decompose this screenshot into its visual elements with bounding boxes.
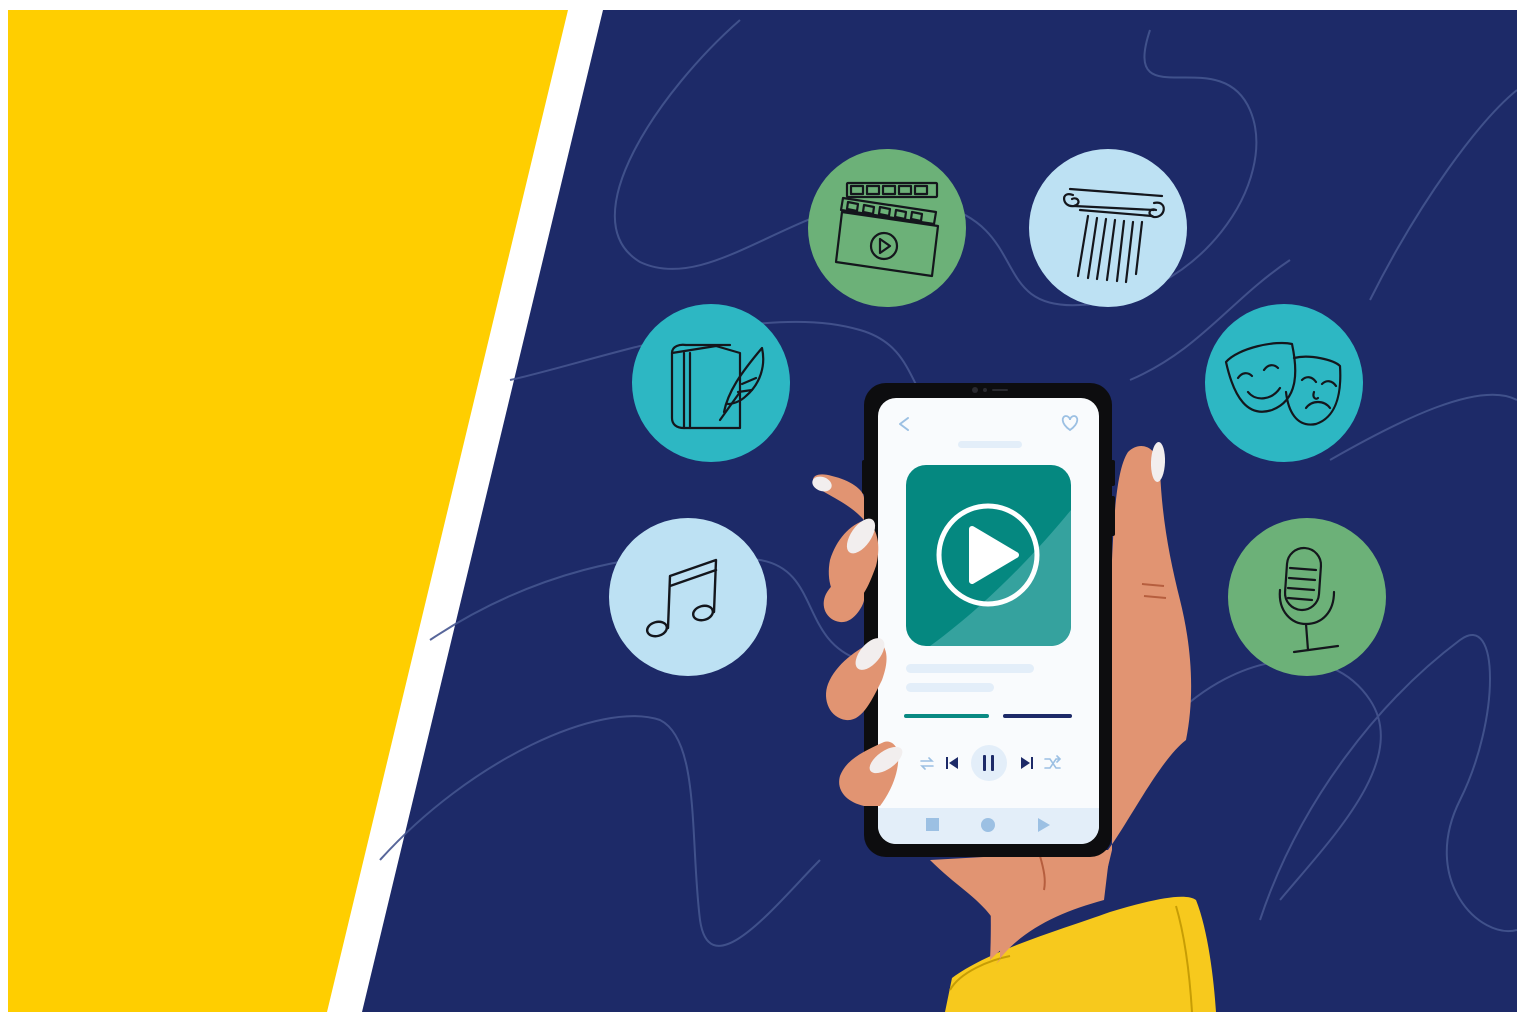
stop-icon[interactable] [926, 818, 939, 831]
title-placeholder [958, 441, 1022, 448]
record-icon[interactable] [981, 818, 995, 832]
album-cover[interactable] [906, 465, 1071, 646]
track-title-placeholder [906, 664, 1034, 673]
clapperboard-icon-badge [808, 149, 966, 307]
track-artist-placeholder [906, 683, 994, 692]
pause-button[interactable] [971, 745, 1007, 781]
theater-masks-icon-badge [1205, 304, 1363, 462]
progress-played [904, 714, 989, 718]
microphone-icon-badge [1228, 518, 1386, 676]
bottom-nav [878, 808, 1099, 844]
book-quill-icon-badge [632, 304, 790, 462]
illustration [0, 0, 1517, 1013]
column-icon-badge [1029, 149, 1187, 307]
progress-remaining [1003, 714, 1072, 718]
progress-bar[interactable] [904, 714, 1072, 718]
music-note-icon-badge [609, 518, 767, 676]
